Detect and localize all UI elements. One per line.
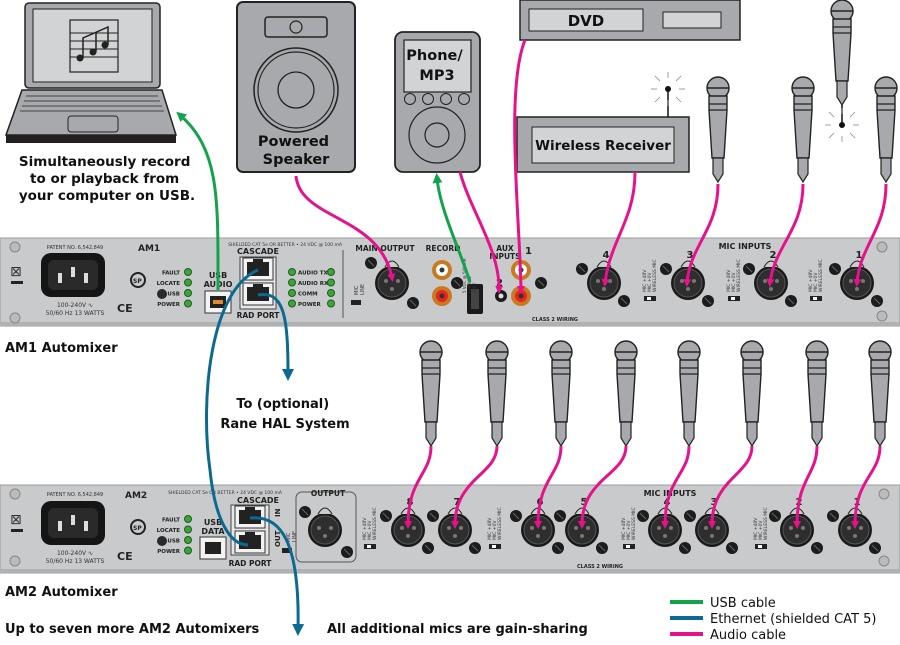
svg-text:SP: SP <box>133 278 142 285</box>
status-led <box>184 525 192 534</box>
hal-annotation: To (optional) Rane HAL System <box>220 397 349 432</box>
more-am2-annotation: Up to seven more AM2 Automixers <box>5 622 260 637</box>
microphone-icon <box>805 340 829 447</box>
svg-text:1: 1 <box>525 246 532 257</box>
status-led-label: FAULT <box>162 271 180 277</box>
cascade-led-label: AUDIO RX <box>298 281 329 287</box>
microphone-icon <box>614 340 638 447</box>
model-label: AM1 <box>138 244 160 254</box>
status-led-label: USB <box>167 292 180 298</box>
cascade-led-label: AUDIO TX <box>298 271 329 277</box>
status-led-label: POWER <box>157 302 181 308</box>
status-led <box>184 515 192 523</box>
status-led <box>184 268 192 276</box>
weee-bin-icon: ⊠ <box>10 264 23 284</box>
power-inlet <box>41 501 105 545</box>
microphone-icon <box>419 340 443 447</box>
microphone-icon <box>706 76 730 183</box>
microphone-icon <box>549 340 573 447</box>
svg-text:PATENT NO. 6,542,849: PATENT NO. 6,542,849 <box>47 492 103 498</box>
mic-channel-number: 4 <box>603 250 610 261</box>
svg-text:OUTPUT: OUTPUT <box>311 489 346 498</box>
status-led-label: LOCATE <box>157 281 181 287</box>
microphone-icon <box>485 340 509 447</box>
microphone-icon <box>677 340 701 447</box>
svg-text:PATENT NO. 6,542,849: PATENT NO. 6,542,849 <box>47 245 103 251</box>
microphone-icon <box>868 340 892 447</box>
status-led <box>184 289 192 297</box>
cascade-led-label: POWER <box>298 302 322 308</box>
svg-text:⊠: ⊠ <box>10 512 22 528</box>
microphone-icon <box>740 340 764 447</box>
csa-mark-icon: SP <box>130 519 146 535</box>
laptop-caption: Simultaneously record to or playback fro… <box>19 154 195 204</box>
svg-text:SP: SP <box>133 525 142 532</box>
gain-sharing-annotation: All additional mics are gain-sharing <box>327 622 588 637</box>
status-led <box>184 278 192 287</box>
wiring-diagram: Simultaneously record to or playback fro… <box>0 0 900 643</box>
am1-caption: AM1 Automixer <box>5 341 118 356</box>
dvd-label: DVD <box>568 12 605 30</box>
status-led-label: LOCATE <box>157 528 181 534</box>
microphone-icon <box>791 76 815 183</box>
cable-legend: USB cableEthernet (shielded CAT 5)Audio … <box>670 596 876 643</box>
cascade-led <box>288 289 296 297</box>
music-note-icon <box>69 19 119 73</box>
locate-button <box>157 536 167 546</box>
power-inlet <box>41 253 105 297</box>
cascade-led-label: COMM <box>298 292 318 298</box>
am1-rear-panel: ⊠ PATENT NO. 6,542,849 100-240V ∿ 50/60 H… <box>0 237 900 327</box>
wireless-microphone-icon <box>830 0 854 106</box>
csa-mark-icon: SP <box>130 272 146 288</box>
svg-text:MIC INPUTS: MIC INPUTS <box>719 242 772 251</box>
status-led <box>184 546 192 555</box>
svg-text:⊠: ⊠ <box>10 264 22 280</box>
ce-mark-icon: CE <box>117 550 133 563</box>
legend-label: Audio cable <box>710 628 786 643</box>
svg-text:CASCADE: CASCADE <box>237 247 279 256</box>
svg-text:CLASS 2 WIRING: CLASS 2 WIRING <box>532 317 578 323</box>
legend-label: Ethernet (shielded CAT 5) <box>710 612 876 627</box>
legend-label: USB cable <box>710 596 776 611</box>
model-label: AM2 <box>125 491 147 501</box>
weee-bin-icon: ⊠ <box>10 512 23 532</box>
am2-microphones <box>419 340 892 447</box>
cascade-led <box>288 299 296 308</box>
wireless-receiver <box>516 72 690 173</box>
status-led-label: FAULT <box>162 518 180 524</box>
status-led <box>184 299 192 308</box>
cascade-led <box>288 268 296 276</box>
am2-caption: AM2 Automixer <box>5 585 118 600</box>
locate-button <box>157 289 167 299</box>
am2-rear-panel: ⊠ PATENT NO. 6,542,849 100-240V ∿ 50/60 H… <box>0 484 900 574</box>
status-led-label: POWER <box>157 549 181 555</box>
dvd-player <box>519 0 741 41</box>
status-led <box>184 536 192 544</box>
svg-text:RAD PORT: RAD PORT <box>237 311 281 320</box>
laptop <box>4 2 178 143</box>
microphone-icon <box>874 76 898 183</box>
wireless-receiver-label: Wireless Receiver <box>535 138 671 154</box>
cascade-led <box>288 278 296 287</box>
status-led-label: USB <box>167 539 180 545</box>
svg-text:MAIN OUTPUT: MAIN OUTPUT <box>355 244 415 253</box>
svg-text:RAD PORT: RAD PORT <box>229 559 273 568</box>
svg-text:CLASS 2 WIRING: CLASS 2 WIRING <box>577 564 623 570</box>
ce-mark-icon: CE <box>117 302 133 315</box>
svg-text:CASCADE: CASCADE <box>237 496 279 505</box>
